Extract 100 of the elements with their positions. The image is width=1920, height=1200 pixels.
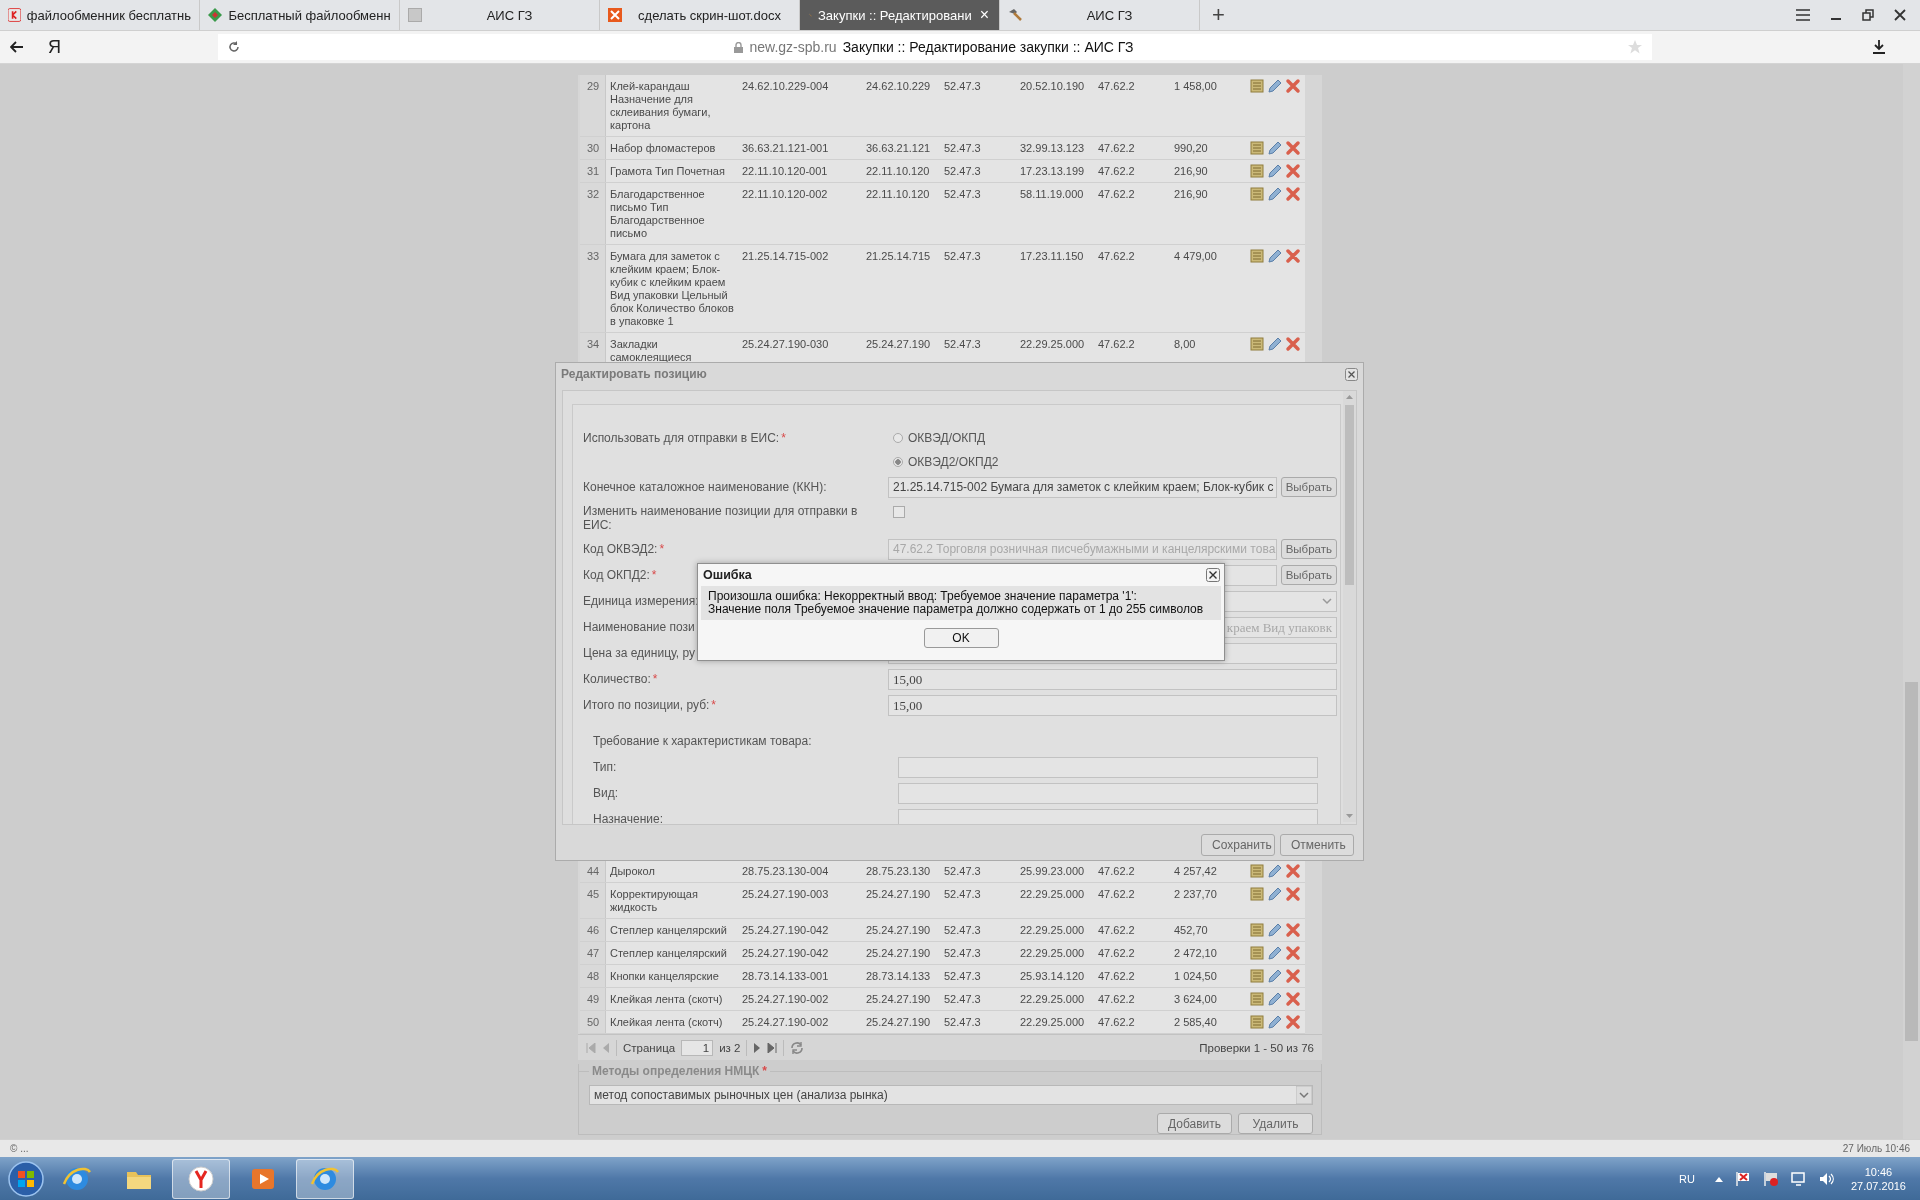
scroll-icon[interactable]: [1249, 991, 1265, 1007]
pencil-icon[interactable]: [1267, 922, 1283, 938]
pencil-icon[interactable]: [1267, 186, 1283, 202]
scroll-icon[interactable]: [1249, 186, 1265, 202]
previous-page-icon[interactable]: [602, 1042, 610, 1053]
select-button[interactable]: Выбрать: [1280, 477, 1337, 497]
radio-button[interactable]: [893, 457, 903, 467]
scrollbar[interactable]: [1903, 64, 1920, 1139]
first-page-icon[interactable]: [586, 1042, 596, 1053]
pencil-icon[interactable]: [1267, 336, 1283, 352]
checkbox[interactable]: [893, 506, 905, 518]
scroll-icon[interactable]: [1249, 248, 1265, 264]
browser-tab[interactable]: Бесплатный файлообменн: [200, 0, 400, 30]
network-icon[interactable]: [1790, 1170, 1807, 1187]
input-field[interactable]: [898, 808, 1318, 824]
taskbar-button[interactable]: [296, 1158, 354, 1199]
dropdown[interactable]: метод сопоставимых рыночных цен (анализа рынка): [589, 1085, 1313, 1105]
delete-icon[interactable]: [1285, 163, 1301, 179]
pencil-icon[interactable]: [1267, 140, 1283, 156]
delete-icon[interactable]: [1285, 991, 1301, 1007]
address-bar[interactable]: new.gz-spb.ru Закупки :: Редактирование закупки :: АИС ГЗ: [218, 34, 1652, 60]
close-tab-button[interactable]: ×: [977, 6, 991, 24]
delete-icon[interactable]: [1285, 968, 1301, 984]
scroll-icon[interactable]: [1249, 863, 1265, 879]
dialog-button[interactable]: Отменить: [1280, 834, 1354, 856]
scroll-icon[interactable]: [1249, 1014, 1265, 1030]
delete-icon[interactable]: [1285, 78, 1301, 94]
field-label: Вид:: [593, 786, 619, 800]
table-cell-text: 52.47.3: [943, 864, 982, 879]
pencil-icon[interactable]: [1267, 863, 1283, 879]
delete-icon[interactable]: [1285, 140, 1301, 156]
dialog-button[interactable]: Сохранить: [1201, 834, 1275, 856]
delete-icon[interactable]: [1285, 248, 1301, 264]
browser-tab[interactable]: файлообменник бесплатнь: [0, 0, 200, 30]
back-icon[interactable]: [10, 41, 24, 53]
flag-icon[interactable]: [1734, 1170, 1751, 1187]
table-cell-text: 22.11.10.120-001: [741, 164, 829, 179]
download-icon[interactable]: [1873, 40, 1885, 54]
pencil-icon[interactable]: [1267, 886, 1283, 902]
action-button[interactable]: Удалить: [1238, 1113, 1313, 1134]
taskbar-button[interactable]: [172, 1158, 230, 1199]
delete-icon[interactable]: [1285, 863, 1301, 879]
scroll-icon[interactable]: [1249, 78, 1265, 94]
pencil-icon[interactable]: [1267, 968, 1283, 984]
start-orb-icon[interactable]: [8, 1160, 44, 1197]
text-field[interactable]: 15,00: [888, 668, 1337, 690]
delete-icon[interactable]: [1285, 1014, 1301, 1030]
dropdown-arrow-icon[interactable]: [1296, 1086, 1312, 1104]
browser-tab[interactable]: АИС ГЗ: [400, 0, 600, 30]
close-icon[interactable]: [1894, 9, 1906, 21]
pencil-icon[interactable]: [1267, 78, 1283, 94]
field-label: Итого по позиции, руб:: [583, 698, 710, 712]
clock-time[interactable]: 10:46: [1864, 1164, 1893, 1179]
radio-button[interactable]: [893, 433, 903, 443]
restore-icon[interactable]: [1862, 9, 1874, 21]
new-tab-button[interactable]: +: [1200, 0, 1237, 30]
scroll-icon[interactable]: [1249, 140, 1265, 156]
delete-icon[interactable]: [1285, 186, 1301, 202]
scroll-icon[interactable]: [1249, 922, 1265, 938]
pencil-icon[interactable]: [1267, 1014, 1283, 1030]
refresh-icon[interactable]: [790, 1040, 805, 1055]
input-field[interactable]: [898, 782, 1318, 804]
pencil-icon[interactable]: [1267, 163, 1283, 179]
menu-icon[interactable]: [1796, 9, 1810, 21]
yandex-button[interactable]: Я: [48, 36, 218, 58]
scroll-icon[interactable]: [1249, 945, 1265, 961]
delete-icon[interactable]: [1285, 336, 1301, 352]
reload-icon[interactable]: [228, 41, 240, 53]
pencil-icon[interactable]: [1267, 991, 1283, 1007]
text-field[interactable]: 21.25.14.715-002 Бумага для заметок с клейким краем; Блок-кубик с: [888, 476, 1277, 498]
close-icon[interactable]: [1345, 367, 1358, 381]
text-field[interactable]: 15,00: [888, 694, 1337, 716]
clock-date[interactable]: 27.07.2016: [1850, 1178, 1906, 1193]
status-text: © ...: [10, 1143, 29, 1154]
table-cell-text: 47.62.2: [1097, 946, 1136, 961]
delete-icon[interactable]: [1285, 922, 1301, 938]
pencil-icon[interactable]: [1267, 248, 1283, 264]
ok-button[interactable]: OK: [923, 628, 999, 648]
next-page-icon[interactable]: [753, 1042, 762, 1053]
delete-icon[interactable]: [1285, 886, 1301, 902]
browser-tab[interactable]: Закупки :: Редактировани ×: [800, 0, 1000, 30]
action-button[interactable]: Добавить: [1157, 1113, 1232, 1134]
browser-tab[interactable]: АИС ГЗ: [1000, 0, 1200, 30]
table-cell-text: 17.23.11.150: [1019, 249, 1085, 264]
table-cell-text: 25.24.27.190: [865, 946, 932, 961]
scroll-icon[interactable]: [1249, 336, 1265, 352]
page-input[interactable]: 1: [681, 1039, 714, 1056]
scroll-icon[interactable]: [1249, 163, 1265, 179]
language-indicator[interactable]: RU: [1679, 1172, 1695, 1185]
pencil-icon[interactable]: [1267, 945, 1283, 961]
scroll-icon[interactable]: [1249, 886, 1265, 902]
flag-icon[interactable]: [1762, 1170, 1779, 1187]
input-field[interactable]: [898, 756, 1318, 778]
caret-icon[interactable]: [1714, 1175, 1723, 1182]
delete-icon[interactable]: [1285, 945, 1301, 961]
select-button[interactable]: Выбрать: [1280, 565, 1337, 585]
close-icon[interactable]: [1206, 568, 1220, 582]
scroll-icon[interactable]: [1249, 968, 1265, 984]
last-page-icon[interactable]: [767, 1042, 778, 1053]
table-cell-text: 25.24.27.190-002: [741, 1015, 830, 1030]
